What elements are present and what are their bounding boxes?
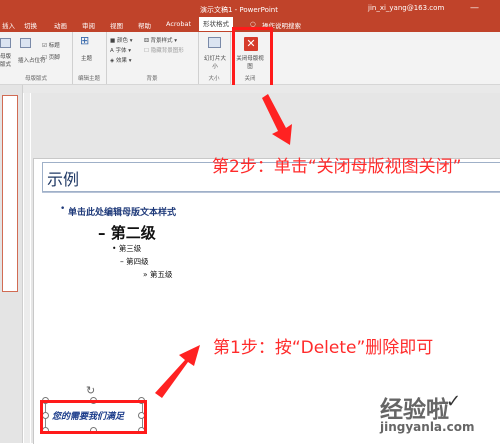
annotation-step1: 第1步：按“Delete”删除即可 <box>213 338 434 358</box>
arrow-step2 <box>262 94 292 145</box>
annotation-step2: 第2步：单击“关闭母版视图关闭” <box>212 157 462 177</box>
check-icon: ✓ <box>446 391 462 412</box>
annotation-arrows <box>155 94 292 398</box>
arrow-step1 <box>155 345 200 398</box>
watermark-text: 经验啦 <box>380 397 449 423</box>
watermark-url: jingyanla.com <box>380 420 475 434</box>
